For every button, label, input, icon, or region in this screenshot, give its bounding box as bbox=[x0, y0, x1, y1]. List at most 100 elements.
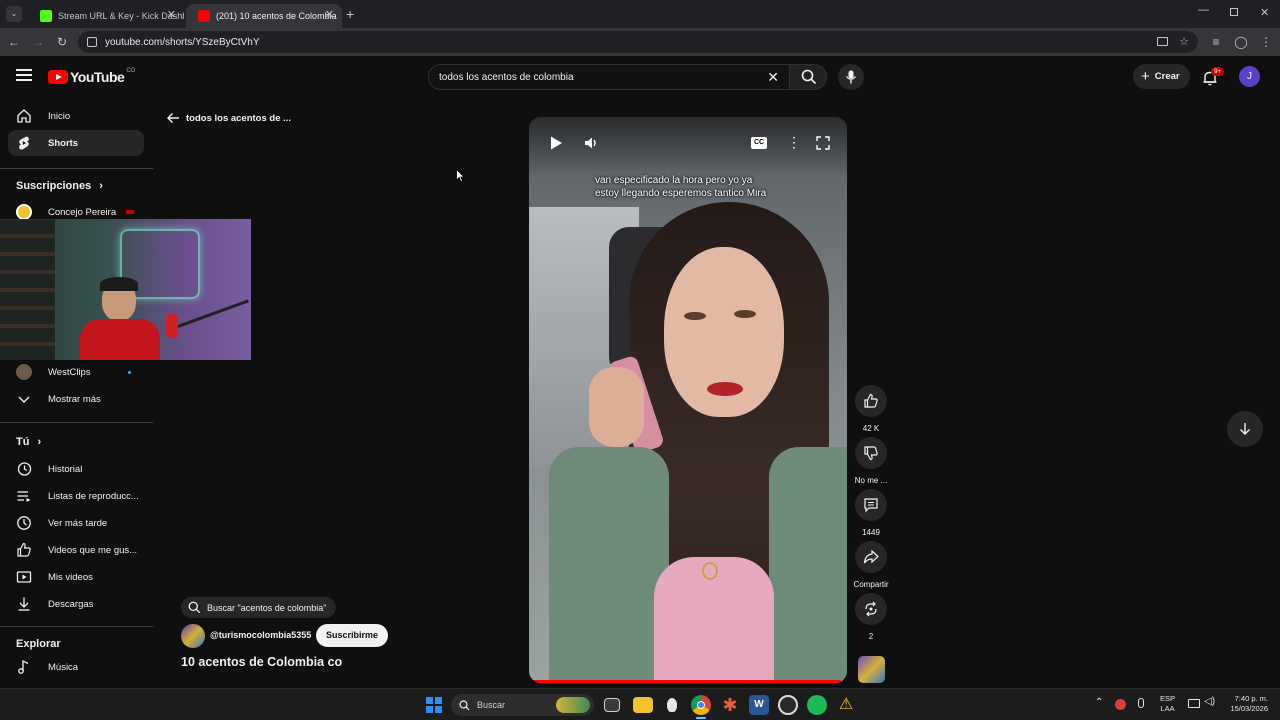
playlists-icon bbox=[17, 491, 31, 502]
volume-tray-icon[interactable]: ◁) bbox=[1204, 696, 1215, 707]
search-icon bbox=[188, 601, 201, 614]
new-tab-button[interactable]: + bbox=[346, 6, 354, 22]
youtube-logo-text: YouTube bbox=[70, 69, 125, 85]
home-icon bbox=[17, 109, 31, 123]
tray-app-icon[interactable] bbox=[1115, 699, 1126, 710]
back-arrow-icon[interactable]: ← bbox=[6, 34, 22, 50]
hamburger-menu-icon[interactable] bbox=[16, 69, 32, 81]
search-box[interactable]: todos los acentos de colombia ✕ bbox=[428, 64, 790, 90]
woman-lips bbox=[707, 382, 743, 396]
progress-bar[interactable] bbox=[529, 680, 847, 683]
close-tab-icon[interactable]: ✕ bbox=[325, 8, 334, 21]
reload-icon[interactable]: ↻ bbox=[54, 34, 70, 50]
sidebar-item-descargas[interactable]: Descargas bbox=[8, 591, 144, 617]
taskbar-search-box[interactable]: Buscar bbox=[451, 694, 594, 716]
menu-kebab-icon[interactable]: ⋮ bbox=[1258, 34, 1274, 50]
volume-icon[interactable] bbox=[583, 135, 599, 151]
back-button[interactable]: todos los acentos de ... bbox=[166, 110, 291, 126]
sidebar-item-historial[interactable]: Historial bbox=[8, 456, 144, 482]
alien-app-icon[interactable] bbox=[662, 695, 682, 715]
channel-avatar[interactable] bbox=[181, 624, 205, 648]
create-button[interactable]: + Crear bbox=[1133, 64, 1190, 89]
spotify-icon[interactable] bbox=[807, 695, 827, 715]
clear-search-icon[interactable]: ✕ bbox=[767, 69, 779, 86]
keyboard-layout: LAA bbox=[1160, 704, 1175, 713]
green-cardigan-right bbox=[769, 447, 847, 683]
microphone bbox=[166, 314, 178, 338]
notifications-button[interactable]: 9+ bbox=[1202, 67, 1225, 86]
task-view-icon[interactable] bbox=[604, 698, 620, 712]
browser-tab-youtube[interactable]: (201) 10 acentos de Colombia ✕ bbox=[186, 4, 342, 28]
microphone-icon bbox=[845, 70, 857, 84]
close-window-icon[interactable]: ✕ bbox=[1260, 6, 1269, 19]
subscriptions-heading[interactable]: Suscripciones › bbox=[16, 180, 103, 192]
language-indicator[interactable]: ESP LAA bbox=[1160, 694, 1175, 714]
search-button[interactable] bbox=[789, 64, 827, 90]
microphone-tray-icon[interactable] bbox=[1138, 698, 1144, 708]
dislike-button[interactable]: No me ... bbox=[853, 437, 889, 485]
fullscreen-icon[interactable] bbox=[816, 136, 830, 150]
closed-captions-icon[interactable]: CC bbox=[751, 137, 767, 149]
woman-left-eye bbox=[684, 312, 706, 320]
sidebar-item-label: Listas de reproducc... bbox=[48, 491, 139, 502]
you-heading[interactable]: Tú › bbox=[16, 436, 41, 448]
sidebar-item-musica[interactable]: Música bbox=[8, 654, 144, 680]
forward-arrow-icon[interactable]: → bbox=[30, 34, 46, 50]
sidebar-item-playlists[interactable]: Listas de reproducc... bbox=[8, 483, 144, 509]
subscribe-button[interactable]: Suscribirme bbox=[316, 624, 388, 647]
remix-button[interactable]: 2 bbox=[853, 593, 889, 641]
asterisk-app-icon[interactable]: ✱ bbox=[720, 695, 740, 715]
clock[interactable]: 7:40 p. m. 15/03/2026 bbox=[1226, 694, 1268, 714]
profile-icon[interactable]: ◯ bbox=[1233, 34, 1249, 50]
sidebar-item-inicio[interactable]: Inicio bbox=[8, 103, 144, 129]
chrome-icon[interactable] bbox=[691, 695, 711, 715]
shorts-video-player[interactable]: CC ⋮ van especificado la hora pero yo ya… bbox=[529, 117, 847, 683]
sidebar-item-westclips[interactable]: WestClips bbox=[8, 359, 144, 385]
share-button[interactable]: Compartir bbox=[853, 541, 889, 589]
like-button[interactable]: 42 K bbox=[853, 385, 889, 433]
you-title: Tú bbox=[16, 436, 30, 448]
caption-line: estoy llegando esperemos tantico Mira bbox=[595, 188, 767, 199]
network-icon[interactable] bbox=[1188, 699, 1200, 708]
minimize-window-icon[interactable]: — bbox=[1198, 4, 1209, 16]
more-options-icon[interactable]: ⋮ bbox=[787, 134, 801, 151]
show-hidden-icons-icon[interactable]: ⌃ bbox=[1095, 697, 1103, 708]
show-more-button[interactable]: Mostrar más bbox=[8, 386, 144, 412]
youtube-play-logo-icon bbox=[48, 70, 68, 84]
next-short-button[interactable] bbox=[1227, 411, 1263, 447]
warning-app-icon[interactable]: ⚠ bbox=[836, 695, 856, 715]
site-info-icon[interactable] bbox=[87, 37, 97, 47]
channel-name[interactable]: @turismocolombia5355 bbox=[210, 630, 311, 640]
account-avatar[interactable]: J bbox=[1239, 66, 1260, 87]
youtube-logo[interactable]: YouTube CO bbox=[48, 68, 135, 86]
clock-time: 7:40 p. m. bbox=[1234, 694, 1268, 703]
file-explorer-icon[interactable] bbox=[633, 697, 653, 713]
play-icon[interactable] bbox=[548, 135, 564, 151]
obs-icon[interactable] bbox=[778, 695, 798, 715]
search-suggestion-chip[interactable]: Buscar "acentos de colombia" bbox=[181, 597, 337, 618]
language-code: ESP bbox=[1160, 694, 1176, 703]
chevron-down-icon bbox=[18, 396, 30, 403]
sidebar-item-label: Concejo Pereira bbox=[48, 207, 117, 218]
audio-track-thumbnail[interactable] bbox=[858, 656, 885, 683]
plus-icon: + bbox=[1141, 68, 1150, 85]
sidebar-item-shorts[interactable]: Shorts bbox=[8, 130, 144, 156]
media-controls-icon[interactable]: ≡ bbox=[1208, 34, 1224, 50]
windows-start-icon[interactable] bbox=[426, 697, 442, 713]
tab-search-button[interactable]: ⌄ bbox=[6, 6, 22, 22]
comments-button[interactable]: 1449 bbox=[853, 489, 889, 537]
address-bar[interactable]: youtube.com/shorts/YSzeByCtVhY ☆ bbox=[78, 31, 1198, 53]
restore-window-icon[interactable] bbox=[1230, 8, 1238, 16]
sidebar-item-liked-videos[interactable]: Videos que me gus... bbox=[8, 537, 144, 563]
url-text: youtube.com/shorts/YSzeByCtVhY bbox=[105, 36, 260, 48]
search-input[interactable]: todos los acentos de colombia bbox=[439, 72, 574, 83]
youtube-favicon-icon bbox=[198, 10, 210, 22]
install-app-icon[interactable] bbox=[1157, 37, 1168, 46]
browser-tab-kick[interactable]: Stream URL & Key - Kick Dashb ✕ bbox=[28, 4, 184, 28]
voice-search-button[interactable] bbox=[838, 64, 864, 90]
word-icon[interactable]: W bbox=[749, 695, 769, 715]
sidebar-item-ver-mas-tarde[interactable]: Ver más tarde bbox=[8, 510, 144, 536]
close-tab-icon[interactable]: ✕ bbox=[167, 8, 176, 21]
sidebar-item-mis-videos[interactable]: Mis videos bbox=[8, 564, 144, 590]
bookmark-star-icon[interactable]: ☆ bbox=[1179, 35, 1189, 48]
